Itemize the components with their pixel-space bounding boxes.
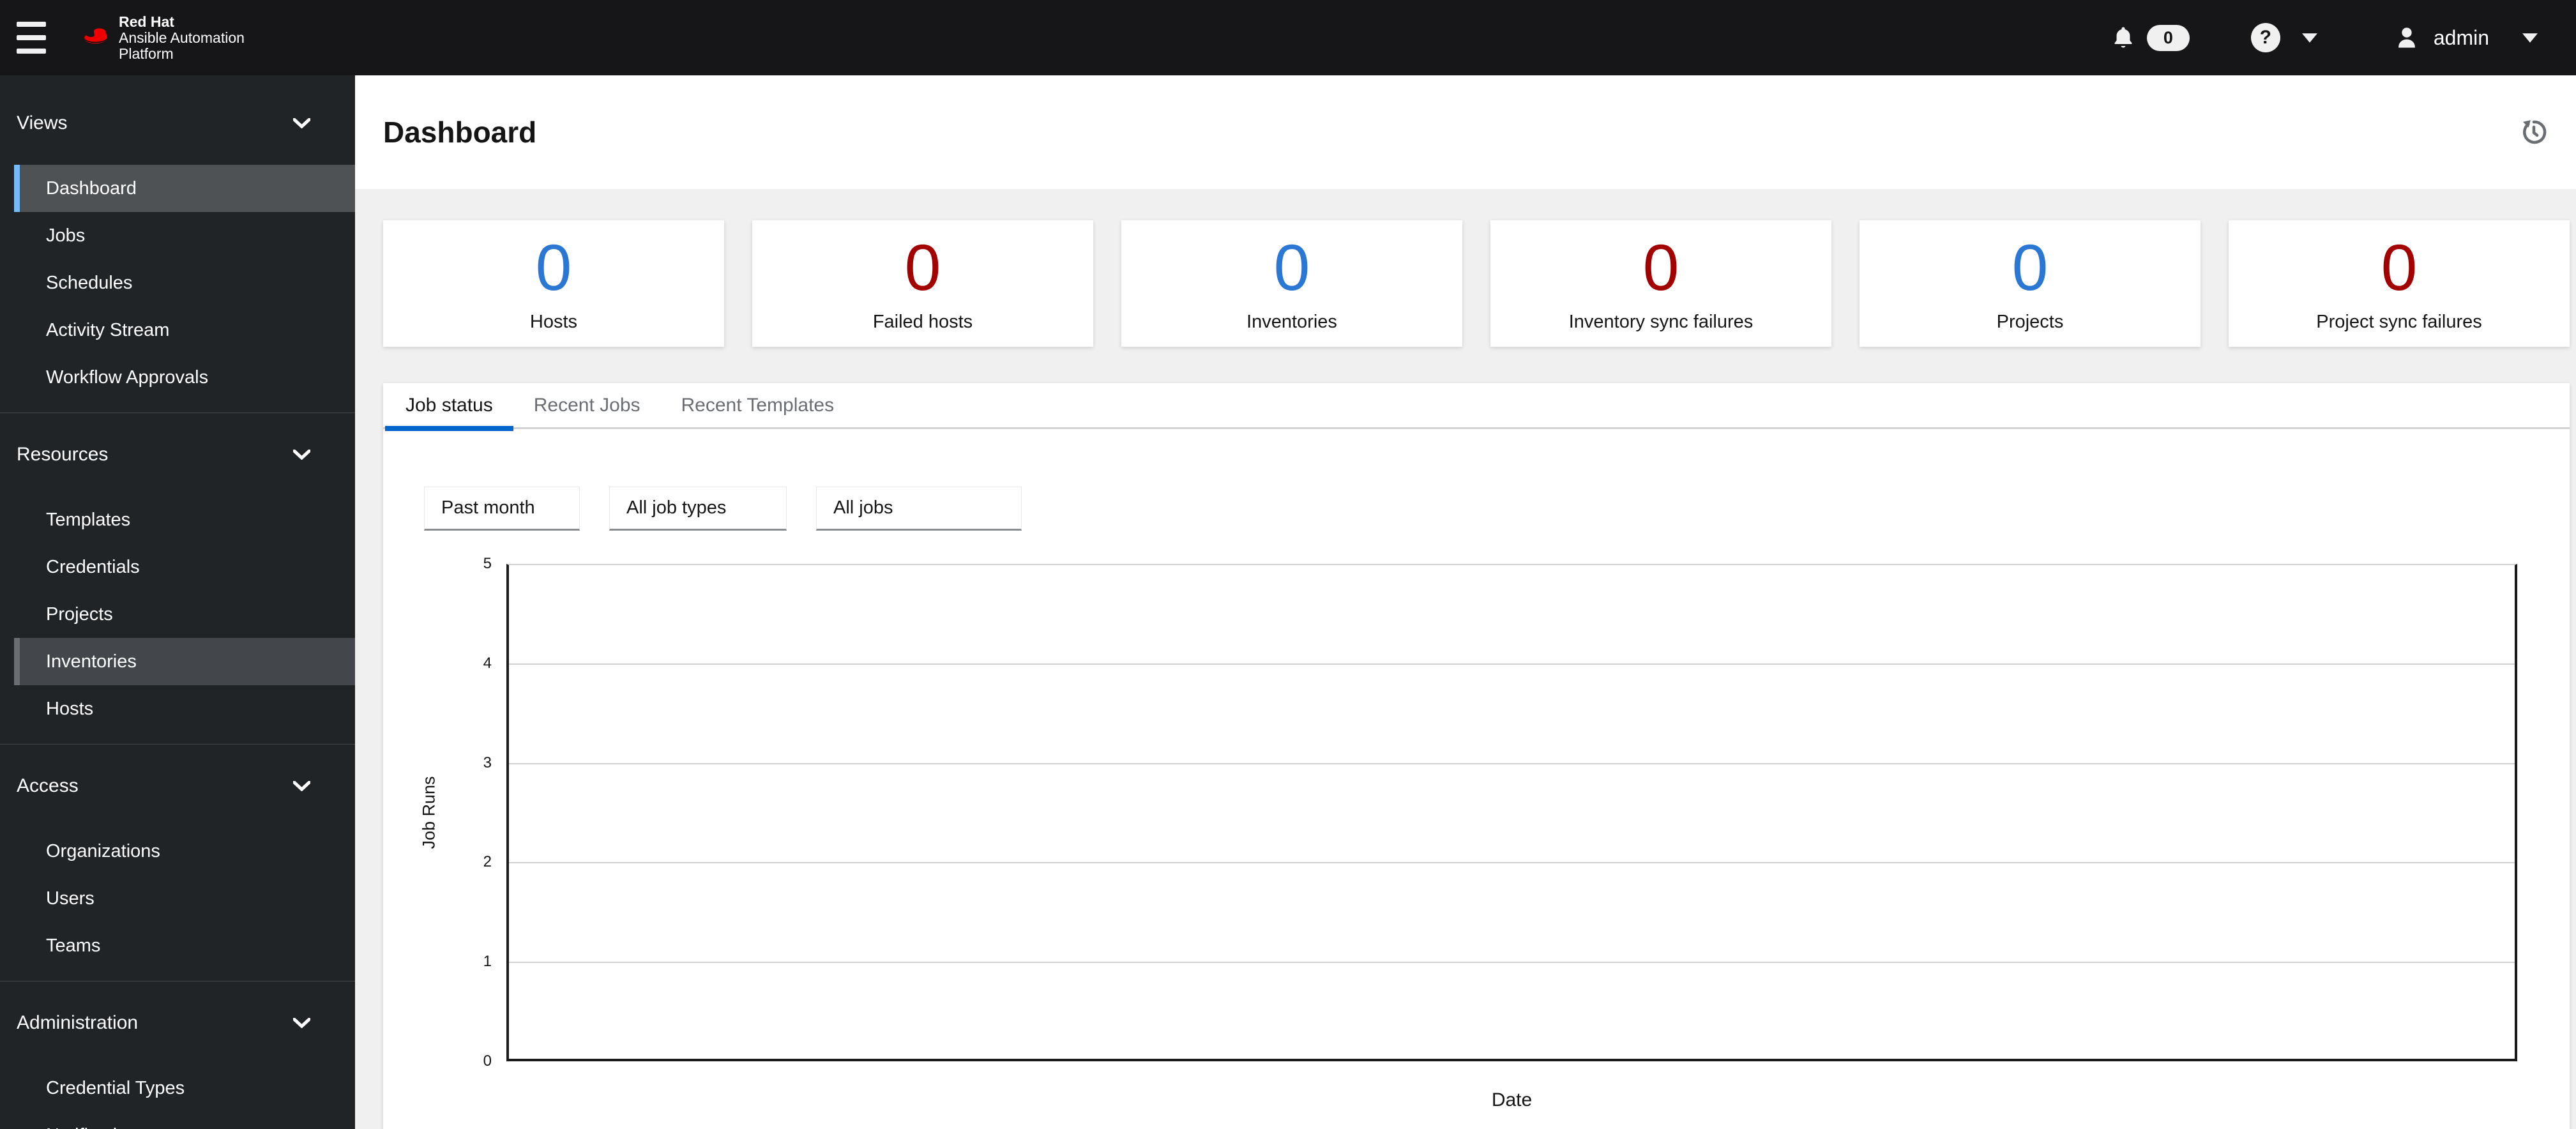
card-inventory-sync-failures: 0 Inventory sync failures [1490, 220, 1831, 347]
chart-filters: Past month All job types All jobs [424, 487, 2570, 531]
card-label: Inventories [1246, 311, 1337, 332]
notifications-bell-icon[interactable] [2111, 25, 2135, 50]
y-tick: 1 [483, 953, 492, 970]
card-label: Inventory sync failures [1568, 311, 1754, 332]
y-tick: 2 [483, 853, 492, 870]
x-axis-label: Date [1491, 1089, 1533, 1110]
card-label: Projects [1996, 311, 2064, 332]
inventory-sync-failures-count-link[interactable]: 0 [1643, 235, 1679, 300]
app-window: Red Hat Ansible Automation Platform 0 ? [0, 0, 2576, 1129]
brand-line-2: Ansible Automation [119, 29, 245, 46]
nav-toggle-hamburger-icon[interactable] [17, 22, 46, 54]
card-label: Failed hosts [872, 311, 973, 332]
caret-down-icon [543, 505, 563, 511]
sidebar-item-projects[interactable]: Projects [14, 591, 355, 638]
job-type-select-value: All job types [626, 497, 727, 518]
y-axis-label: Job Runs [419, 776, 439, 849]
chevron-down-icon [293, 781, 310, 791]
redhat-hat-icon [84, 28, 107, 44]
failed-hosts-count-link[interactable]: 0 [905, 235, 941, 300]
y-tick: 5 [483, 555, 492, 572]
project-sync-failures-count-link[interactable]: 0 [2381, 235, 2418, 300]
sidebar-item-activity-stream[interactable]: Activity Stream [14, 307, 355, 354]
y-tick: 4 [483, 655, 492, 672]
user-menu-label[interactable]: admin [2434, 26, 2489, 50]
chart-plot-area [506, 564, 2517, 1061]
chevron-down-icon [293, 450, 310, 460]
sidebar-item-dashboard[interactable]: Dashboard [14, 165, 355, 212]
nav-section-views: Views Dashboard Jobs Schedules Activity … [0, 96, 355, 401]
main-area: Dashboard 0 Hosts 0 Failed hosts 0 Inven… [355, 75, 2576, 1129]
page-title: Dashboard [383, 116, 537, 149]
help-icon[interactable]: ? [2250, 23, 2280, 52]
nav-section-resources: Resources Templates Credentials Projects… [0, 413, 355, 732]
brand-line-3: Platform [119, 45, 174, 62]
brand-line-1: Red Hat [119, 13, 174, 30]
sidebar-item-organizations[interactable]: Organizations [14, 828, 355, 875]
user-icon [2398, 27, 2415, 48]
caret-down-icon [750, 505, 769, 511]
tab-recent-jobs[interactable]: Recent Jobs [513, 383, 661, 427]
history-icon[interactable] [2520, 118, 2548, 146]
card-project-sync-failures: 0 Project sync failures [2229, 220, 2570, 347]
card-label: Project sync failures [2316, 311, 2482, 332]
projects-count-link[interactable]: 0 [2012, 235, 2049, 300]
y-tick: 0 [483, 1052, 492, 1070]
card-failed-hosts: 0 Failed hosts [752, 220, 1093, 347]
tab-recent-templates[interactable]: Recent Templates [661, 383, 855, 427]
masthead: Red Hat Ansible Automation Platform 0 ? [0, 0, 2576, 75]
sidebar-item-hosts[interactable]: Hosts [14, 685, 355, 732]
period-select-value: Past month [441, 497, 535, 518]
chevron-down-icon [293, 118, 310, 128]
nav-section-administration: Administration Credential Types Notifica… [0, 981, 355, 1129]
nav-section-administration-title: Administration [17, 1012, 139, 1033]
summary-cards: 0 Hosts 0 Failed hosts 0 Inventories 0 I… [383, 220, 2570, 347]
nav-section-access-title: Access [17, 775, 79, 796]
inventories-count-link[interactable]: 0 [1274, 235, 1310, 300]
page-header: Dashboard [355, 75, 2576, 189]
notification-count-badge[interactable]: 0 [2146, 24, 2190, 51]
sidebar-nav: Views Dashboard Jobs Schedules Activity … [0, 75, 355, 1129]
sidebar-item-schedules[interactable]: Schedules [14, 259, 355, 307]
sidebar-item-notifications[interactable]: Notifications [14, 1112, 355, 1129]
job-runs-chart: Job Runs 5 4 3 2 1 0 Date [383, 555, 2570, 1129]
chevron-down-icon [293, 1018, 310, 1028]
help-caret-down-icon[interactable] [2301, 33, 2317, 43]
user-caret-down-icon[interactable] [2522, 33, 2538, 43]
job-type-select[interactable]: All job types [609, 487, 787, 531]
hosts-count-link[interactable]: 0 [536, 235, 572, 300]
sidebar-item-jobs[interactable]: Jobs [14, 212, 355, 259]
card-projects: 0 Projects [1860, 220, 2201, 347]
nav-section-administration-header[interactable]: Administration [0, 996, 355, 1050]
job-filter-select[interactable]: All jobs [816, 487, 1022, 531]
nav-section-views-header[interactable]: Views [0, 96, 355, 151]
job-status-panel: Job status Recent Jobs Recent Templates … [383, 383, 2570, 1129]
sidebar-item-teams[interactable]: Teams [14, 922, 355, 969]
sidebar-item-workflow-approvals[interactable]: Workflow Approvals [14, 354, 355, 401]
period-select[interactable]: Past month [424, 487, 580, 531]
nav-section-resources-title: Resources [17, 444, 109, 465]
brand-logo: Red Hat Ansible Automation Platform [80, 13, 245, 62]
panel-tabs: Job status Recent Jobs Recent Templates [383, 383, 2570, 431]
nav-section-access-header[interactable]: Access [0, 759, 355, 814]
sidebar-item-inventories[interactable]: Inventories [14, 638, 355, 685]
nav-section-resources-header[interactable]: Resources [0, 427, 355, 482]
nav-section-access: Access Organizations Users Teams [0, 744, 355, 969]
y-tick: 3 [483, 754, 492, 771]
sidebar-item-templates[interactable]: Templates [14, 496, 355, 543]
card-inventories: 0 Inventories [1121, 220, 1462, 347]
tab-job-status[interactable]: Job status [385, 383, 513, 431]
nav-section-views-title: Views [17, 112, 68, 133]
caret-down-icon [985, 505, 1004, 511]
sidebar-item-users[interactable]: Users [14, 875, 355, 922]
sidebar-item-credentials[interactable]: Credentials [14, 543, 355, 591]
sidebar-item-credential-types[interactable]: Credential Types [14, 1065, 355, 1112]
dashboard-content: 0 Hosts 0 Failed hosts 0 Inventories 0 I… [355, 189, 2576, 1129]
card-label: Hosts [529, 311, 578, 332]
job-filter-select-value: All jobs [833, 497, 893, 518]
card-hosts: 0 Hosts [383, 220, 724, 347]
